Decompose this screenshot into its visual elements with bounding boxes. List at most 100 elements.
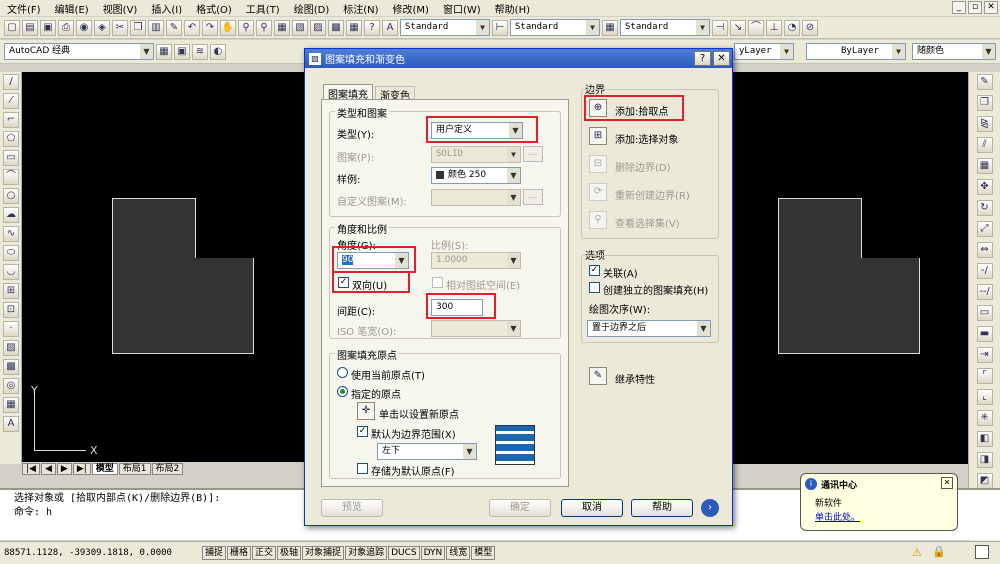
tab-layout2[interactable]: 布局2 <box>151 463 184 475</box>
revcloud-icon[interactable]: ☁ <box>3 207 19 223</box>
clean-screen-icon[interactable] <box>975 545 989 559</box>
inherit-icon[interactable]: ✎ <box>589 367 607 385</box>
scale-select[interactable]: 1.0000 ▼ <box>431 252 521 269</box>
restore-icon[interactable]: ▫ <box>968 1 982 14</box>
tab-model[interactable]: 模型 <box>91 463 118 475</box>
table-style-select[interactable]: Standard ▼ <box>620 19 710 36</box>
preview-button[interactable]: 预览 <box>321 499 383 517</box>
balloon-link[interactable]: 单击此处。 <box>815 510 860 523</box>
save-icon[interactable]: ▣ <box>40 19 56 36</box>
sheet-set-icon[interactable]: ▩ <box>328 19 344 36</box>
add-select-label[interactable]: 添加:选择对象 <box>615 131 678 146</box>
break-icon[interactable]: ▭ <box>976 305 993 321</box>
move-icon[interactable]: ✥ <box>976 179 993 195</box>
notification-balloon[interactable]: i 通讯中心 ✕ 新软件 单击此处。 <box>800 473 958 531</box>
circle-icon[interactable]: ○ <box>3 188 19 204</box>
ok-button[interactable]: 确定 <box>489 499 551 517</box>
pattern-select[interactable]: SOLID ▼ <box>431 146 521 163</box>
mtext-icon[interactable]: A <box>3 416 19 432</box>
match-icon[interactable]: ✎ <box>166 19 182 36</box>
sample-select[interactable]: 颜色 250 ▼ <box>431 167 521 184</box>
join-icon[interactable]: ⇥ <box>976 347 993 363</box>
new-icon[interactable]: ▢ <box>4 19 20 36</box>
menu-tools[interactable]: 工具(T) <box>239 1 287 16</box>
draworder-icon[interactable]: ◧ <box>976 431 993 447</box>
extend-icon[interactable]: --/ <box>976 284 993 300</box>
status-grid[interactable]: 栅格 <box>227 546 252 560</box>
independent-checkbox[interactable] <box>589 282 600 293</box>
tab-nav-last-icon[interactable]: ▶| <box>72 463 91 475</box>
add-select-icon[interactable]: ⊞ <box>589 127 607 145</box>
polyline-icon[interactable]: ⌐ <box>3 112 19 128</box>
menu-dimension[interactable]: 标注(N) <box>336 1 385 16</box>
polygon-icon[interactable]: ⬠ <box>3 131 19 147</box>
tool-palette-icon[interactable]: ▨ <box>310 19 326 36</box>
offset-icon[interactable]: ⫽ <box>976 137 993 153</box>
tab-nav-first-icon[interactable]: |◀ <box>22 463 40 475</box>
zoom-window-icon[interactable]: ⚲ <box>256 19 272 36</box>
draworder-front-icon[interactable]: ◨ <box>976 452 993 468</box>
line-icon[interactable]: / <box>3 74 19 90</box>
layer-select-tail[interactable]: yLayer ▼ <box>734 43 794 60</box>
remove-boundary-icon[interactable]: ⊟ <box>589 155 607 173</box>
draworder-back-icon[interactable]: ◩ <box>976 473 993 489</box>
dim-aligned-icon[interactable]: ↘ <box>730 19 746 36</box>
scale-icon[interactable]: ⤢ <box>976 221 993 237</box>
custom-browse-button[interactable]: … <box>523 189 543 205</box>
tab-nav-prev-icon[interactable]: ◀ <box>40 463 56 475</box>
use-current-origin-radio[interactable] <box>337 367 348 378</box>
layer-manager-icon[interactable]: ≋ <box>192 43 208 60</box>
recreate-boundary-icon[interactable]: ⟳ <box>589 183 607 201</box>
specified-origin-radio[interactable] <box>337 386 348 397</box>
menu-format[interactable]: 格式(O) <box>189 1 239 16</box>
menu-view[interactable]: 视图(V) <box>96 1 145 16</box>
close-icon[interactable]: ✕ <box>941 477 953 489</box>
spline-icon[interactable]: ∿ <box>3 226 19 242</box>
break-at-point-icon[interactable]: ▬ <box>976 326 993 342</box>
properties-icon[interactable]: ▦ <box>274 19 290 36</box>
workspace-save-icon[interactable]: ▣ <box>174 43 190 60</box>
redo-icon[interactable]: ↷ <box>202 19 218 36</box>
ellipse-arc-icon[interactable]: ◡ <box>3 264 19 280</box>
menu-file[interactable]: 文件(F) <box>0 1 48 16</box>
copy-object-icon[interactable]: ❐ <box>976 95 993 111</box>
tab-layout1[interactable]: 布局1 <box>118 463 151 475</box>
undo-icon[interactable]: ↶ <box>184 19 200 36</box>
table-icon[interactable]: ▦ <box>3 397 19 413</box>
preview-icon[interactable]: ◉ <box>76 19 92 36</box>
gradient-icon[interactable]: ▩ <box>3 359 19 375</box>
status-ortho[interactable]: 正交 <box>252 546 277 560</box>
trim-icon[interactable]: -/ <box>976 263 993 279</box>
status-dyn[interactable]: DYN <box>420 546 446 560</box>
dim-arc-icon[interactable]: ⌒ <box>748 19 764 36</box>
paste-icon[interactable]: ▥ <box>148 19 164 36</box>
menu-edit[interactable]: 编辑(E) <box>48 1 96 16</box>
dim-ordinate-icon[interactable]: ⊥ <box>766 19 782 36</box>
draw-order-select[interactable]: 置于边界之后 ▼ <box>587 320 711 337</box>
region-icon[interactable]: ◎ <box>3 378 19 394</box>
menu-modify[interactable]: 修改(M) <box>386 1 436 16</box>
dialog-titlebar[interactable]: ▨ 图案填充和渐变色 ? ✕ <box>305 49 732 68</box>
make-block-icon[interactable]: ⊡ <box>3 302 19 318</box>
erase-icon[interactable]: ✎ <box>976 74 993 90</box>
dim-radius-icon[interactable]: ◔ <box>784 19 800 36</box>
menu-draw[interactable]: 绘图(D) <box>287 1 337 16</box>
menu-window[interactable]: 窗口(W) <box>436 1 488 16</box>
store-default-checkbox[interactable] <box>357 463 368 474</box>
text-style-icon[interactable]: A <box>382 19 398 36</box>
menu-insert[interactable]: 插入(I) <box>144 1 189 16</box>
associative-checkbox[interactable]: ✓ <box>589 265 600 276</box>
dim-style-icon[interactable]: ⊢ <box>492 19 508 36</box>
rectangle-icon[interactable]: ▭ <box>3 150 19 166</box>
design-center-icon[interactable]: ▧ <box>292 19 308 36</box>
view-selection-icon[interactable]: ⚲ <box>589 211 607 229</box>
construction-line-icon[interactable]: ⁄ <box>3 93 19 109</box>
lock-icon[interactable]: 🔒 <box>932 545 946 558</box>
status-polar[interactable]: 极轴 <box>277 546 302 560</box>
dim-diameter-icon[interactable]: ⊘ <box>802 19 818 36</box>
open-icon[interactable]: ▤ <box>22 19 38 36</box>
relative-paper-checkbox[interactable] <box>432 277 443 288</box>
boundary-position-select[interactable]: 左下 ▼ <box>377 443 477 460</box>
cancel-button[interactable]: 取消 <box>561 499 623 517</box>
minimize-icon[interactable]: _ <box>952 1 966 14</box>
